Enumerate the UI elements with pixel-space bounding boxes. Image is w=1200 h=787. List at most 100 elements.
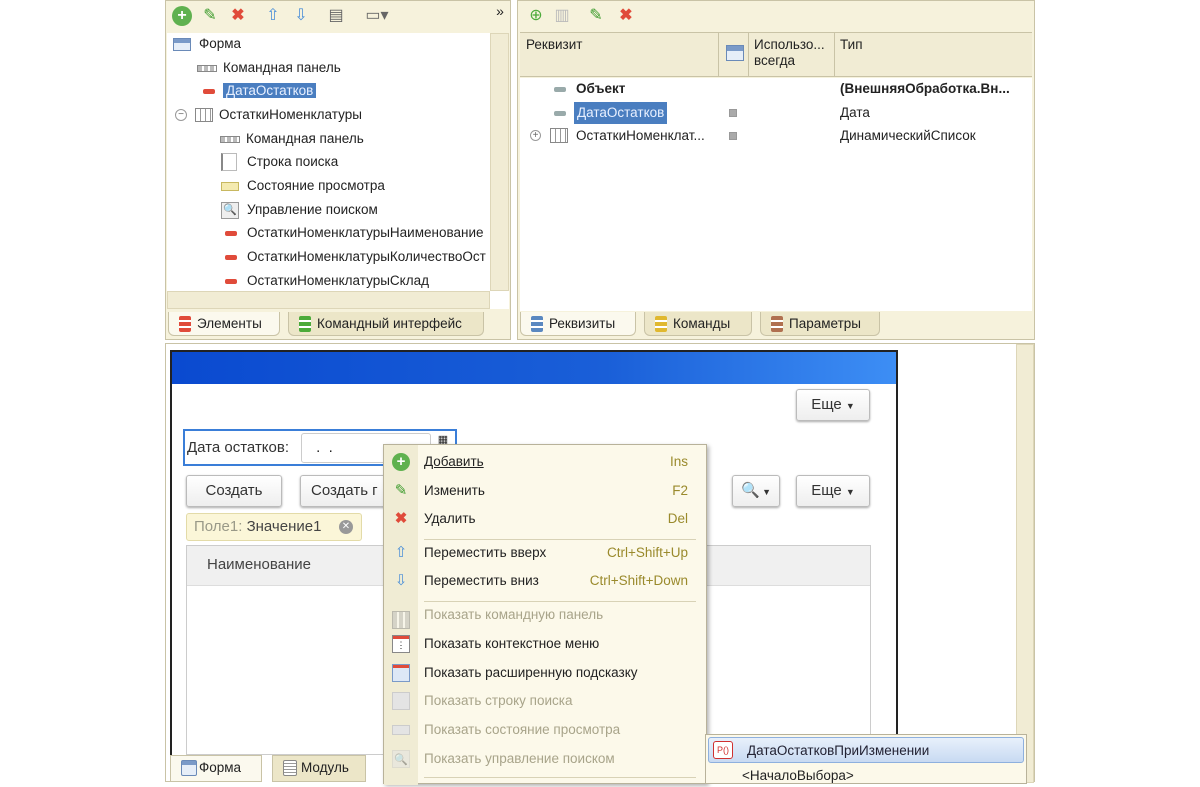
menu-item-move-up[interactable]: ⇧ Переместить вверх Ctrl+Shift+Up (384, 539, 706, 567)
menu-item-delete[interactable]: ✖ Удалить Del (384, 505, 706, 533)
context-menu-icon: ⋮ (392, 635, 410, 653)
chevron-down-icon: ▼ (845, 401, 855, 411)
more-chevron-icon[interactable]: » (490, 1, 510, 21)
more-button-top[interactable]: Еще ▼ (796, 389, 870, 421)
use-always-checkbox[interactable] (729, 109, 737, 117)
search-control-icon: 🔍 (392, 750, 410, 768)
search-control-icon: 🔍 (221, 201, 239, 219)
tab-parameters[interactable]: Параметры (760, 312, 880, 336)
procedure-list: P() ДатаОстатковПриИзменении <НачалоВыбо… (705, 734, 1027, 784)
preview-vertical-scrollbar[interactable] (1016, 344, 1034, 783)
elements-toolbar: + ✎ ✖ ⇧ ⇩ ▤ ▭▾ » (166, 1, 510, 32)
search-icon: 🔍 (740, 482, 760, 499)
tab-attributes[interactable]: Реквизиты (520, 312, 636, 336)
chevron-down-icon: ▼ (759, 487, 772, 497)
tree-item-search-control[interactable]: 🔍 Управление поиском (221, 199, 378, 221)
tab-elements[interactable]: Элементы (168, 312, 280, 336)
date-label: Дата остатков: (187, 439, 290, 456)
module-icon (283, 760, 297, 776)
procedure-item-start-choice[interactable]: <НачалоВыбора> (742, 765, 1022, 787)
move-down-icon: ⇩ (394, 572, 408, 589)
more-button[interactable]: Еще ▼ (796, 475, 870, 507)
menu-item-show-search-control[interactable]: 🔍 Показать управление поиском (384, 745, 706, 773)
command-panel-icon (197, 64, 217, 72)
tree-horizontal-scrollbar[interactable] (167, 291, 490, 309)
delete-icon[interactable]: ✖ (228, 6, 248, 26)
tree-item-view-state[interactable]: Состояние просмотра (221, 175, 385, 197)
procedure-item-date-on-change[interactable]: P() ДатаОстатковПриИзменении (708, 737, 1024, 763)
expand-icon[interactable]: + (530, 130, 541, 141)
add-icon[interactable]: + (172, 6, 192, 26)
menu-item-edit[interactable]: ✎ Изменить F2 (384, 477, 706, 505)
column-divider (834, 33, 835, 77)
menu-item-show-command-panel[interactable]: Показать командную панель (384, 601, 706, 629)
tree-vertical-scrollbar[interactable] (490, 33, 509, 291)
tree-item-stock-table[interactable]: − ОстаткиНоменклатуры (175, 104, 362, 126)
tree-item-warehouse-column[interactable]: ОстаткиНоменклатурыСклад (225, 270, 429, 292)
tree-item-date-field[interactable]: ДатаОстатков (203, 80, 317, 102)
tree-item-search-string[interactable]: Строка поиска (221, 151, 338, 173)
field-icon (225, 254, 237, 260)
delete-icon: ✖ (394, 510, 408, 527)
command-panel-icon (220, 135, 240, 143)
menu-item-show-search-string[interactable]: Показать строку поиска (384, 687, 706, 715)
search-button[interactable]: 🔍 ▼ (732, 475, 780, 507)
elements-tab-icon (179, 316, 191, 332)
chevron-down-icon: ▼ (845, 487, 855, 497)
elements-panel: + ✎ ✖ ⇧ ⇩ ▤ ▭▾ » Форма Командная панель … (165, 0, 511, 340)
form-column-icon (726, 45, 744, 61)
context-menu: + Добавить Ins ✎ Изменить F2 ✖ Удалить Del ⇧ Пе… (383, 444, 707, 785)
layout-icon[interactable]: ▭▾ (362, 6, 392, 26)
tree-item-name-column[interactable]: ОстаткиНоменклатурыНаименование (225, 222, 484, 244)
column-attribute[interactable]: Реквизит (526, 37, 582, 52)
tree-item-table-command-panel[interactable]: Командная панель (220, 128, 364, 150)
tooltip-icon (392, 664, 410, 682)
view-state-icon (392, 725, 410, 735)
tree-item-form[interactable]: Форма (173, 33, 241, 55)
tab-module[interactable]: Модуль (272, 755, 366, 782)
use-always-checkbox[interactable] (729, 132, 737, 140)
tab-commands[interactable]: Команды (644, 312, 752, 336)
table-icon (195, 108, 213, 123)
clear-filter-icon[interactable]: ✕ (339, 520, 353, 534)
attributes-panel: ⊕ ▥ ✎ ✖ Реквизит Использо... всегда Тип … (517, 0, 1035, 340)
add-icon: + (392, 453, 410, 471)
menu-item-show-context-menu[interactable]: ⋮ Показать контекстное меню (384, 630, 706, 658)
tab-form[interactable]: Форма (170, 755, 262, 782)
add-attribute-icon[interactable]: ⊕ (526, 6, 546, 26)
parameters-tab-icon (771, 316, 783, 332)
menu-item-show-view-state[interactable]: Показать состояние просмотра (384, 716, 706, 744)
menu-separator (424, 777, 696, 778)
menu-item-show-extended-tooltip[interactable]: Показать расширенную подсказку (384, 659, 706, 687)
attribute-row[interactable]: ДатаОстатков Дата (520, 102, 1032, 124)
tab-command-interface[interactable]: Командный интерфейс (288, 312, 484, 336)
view-state-icon (221, 181, 239, 191)
attribute-row[interactable]: + ОстаткиНоменклат... ДинамическийСписок (520, 125, 1032, 147)
column-use-always[interactable]: Использо... всегда (754, 37, 834, 69)
elements-tree: Форма Командная панель ДатаОстатков − Ост… (167, 33, 509, 309)
attribute-icon (554, 111, 566, 116)
tree-item-command-panel[interactable]: Командная панель (197, 57, 341, 79)
menu-item-add[interactable]: + Добавить Ins (384, 448, 706, 476)
menu-item-move-down[interactable]: ⇩ Переместить вниз Ctrl+Shift+Down (384, 567, 706, 595)
form-preview-icon[interactable]: ▤ (326, 6, 346, 26)
column-name[interactable]: Наименование (207, 556, 311, 573)
create-button[interactable]: Создать (186, 475, 282, 507)
filter-chip[interactable]: Поле1: Значение1 ✕ (186, 513, 362, 541)
tree-item-quantity-column[interactable]: ОстаткиНоменклатурыКоличествоОст (225, 246, 486, 268)
attributes-header: Реквизит Использо... всегда Тип (520, 32, 1032, 77)
edit-icon[interactable]: ✎ (586, 6, 606, 26)
form-title-bar (172, 352, 896, 384)
search-string-icon (221, 153, 237, 172)
attribute-icon (554, 87, 566, 92)
collapse-icon[interactable]: − (175, 109, 187, 122)
column-divider (718, 33, 719, 77)
move-up-icon[interactable]: ⇧ (263, 6, 283, 26)
column-type[interactable]: Тип (840, 37, 863, 52)
move-down-icon[interactable]: ⇩ (291, 6, 311, 26)
delete-icon[interactable]: ✖ (616, 6, 636, 26)
edit-icon[interactable]: ✎ (200, 6, 220, 26)
attributes-list: Объект (ВнешняяОбработка.Вн... ДатаОстат… (520, 78, 1032, 311)
attribute-row[interactable]: Объект (ВнешняяОбработка.Вн... (520, 78, 1032, 100)
procedure-icon: P() (713, 741, 733, 759)
